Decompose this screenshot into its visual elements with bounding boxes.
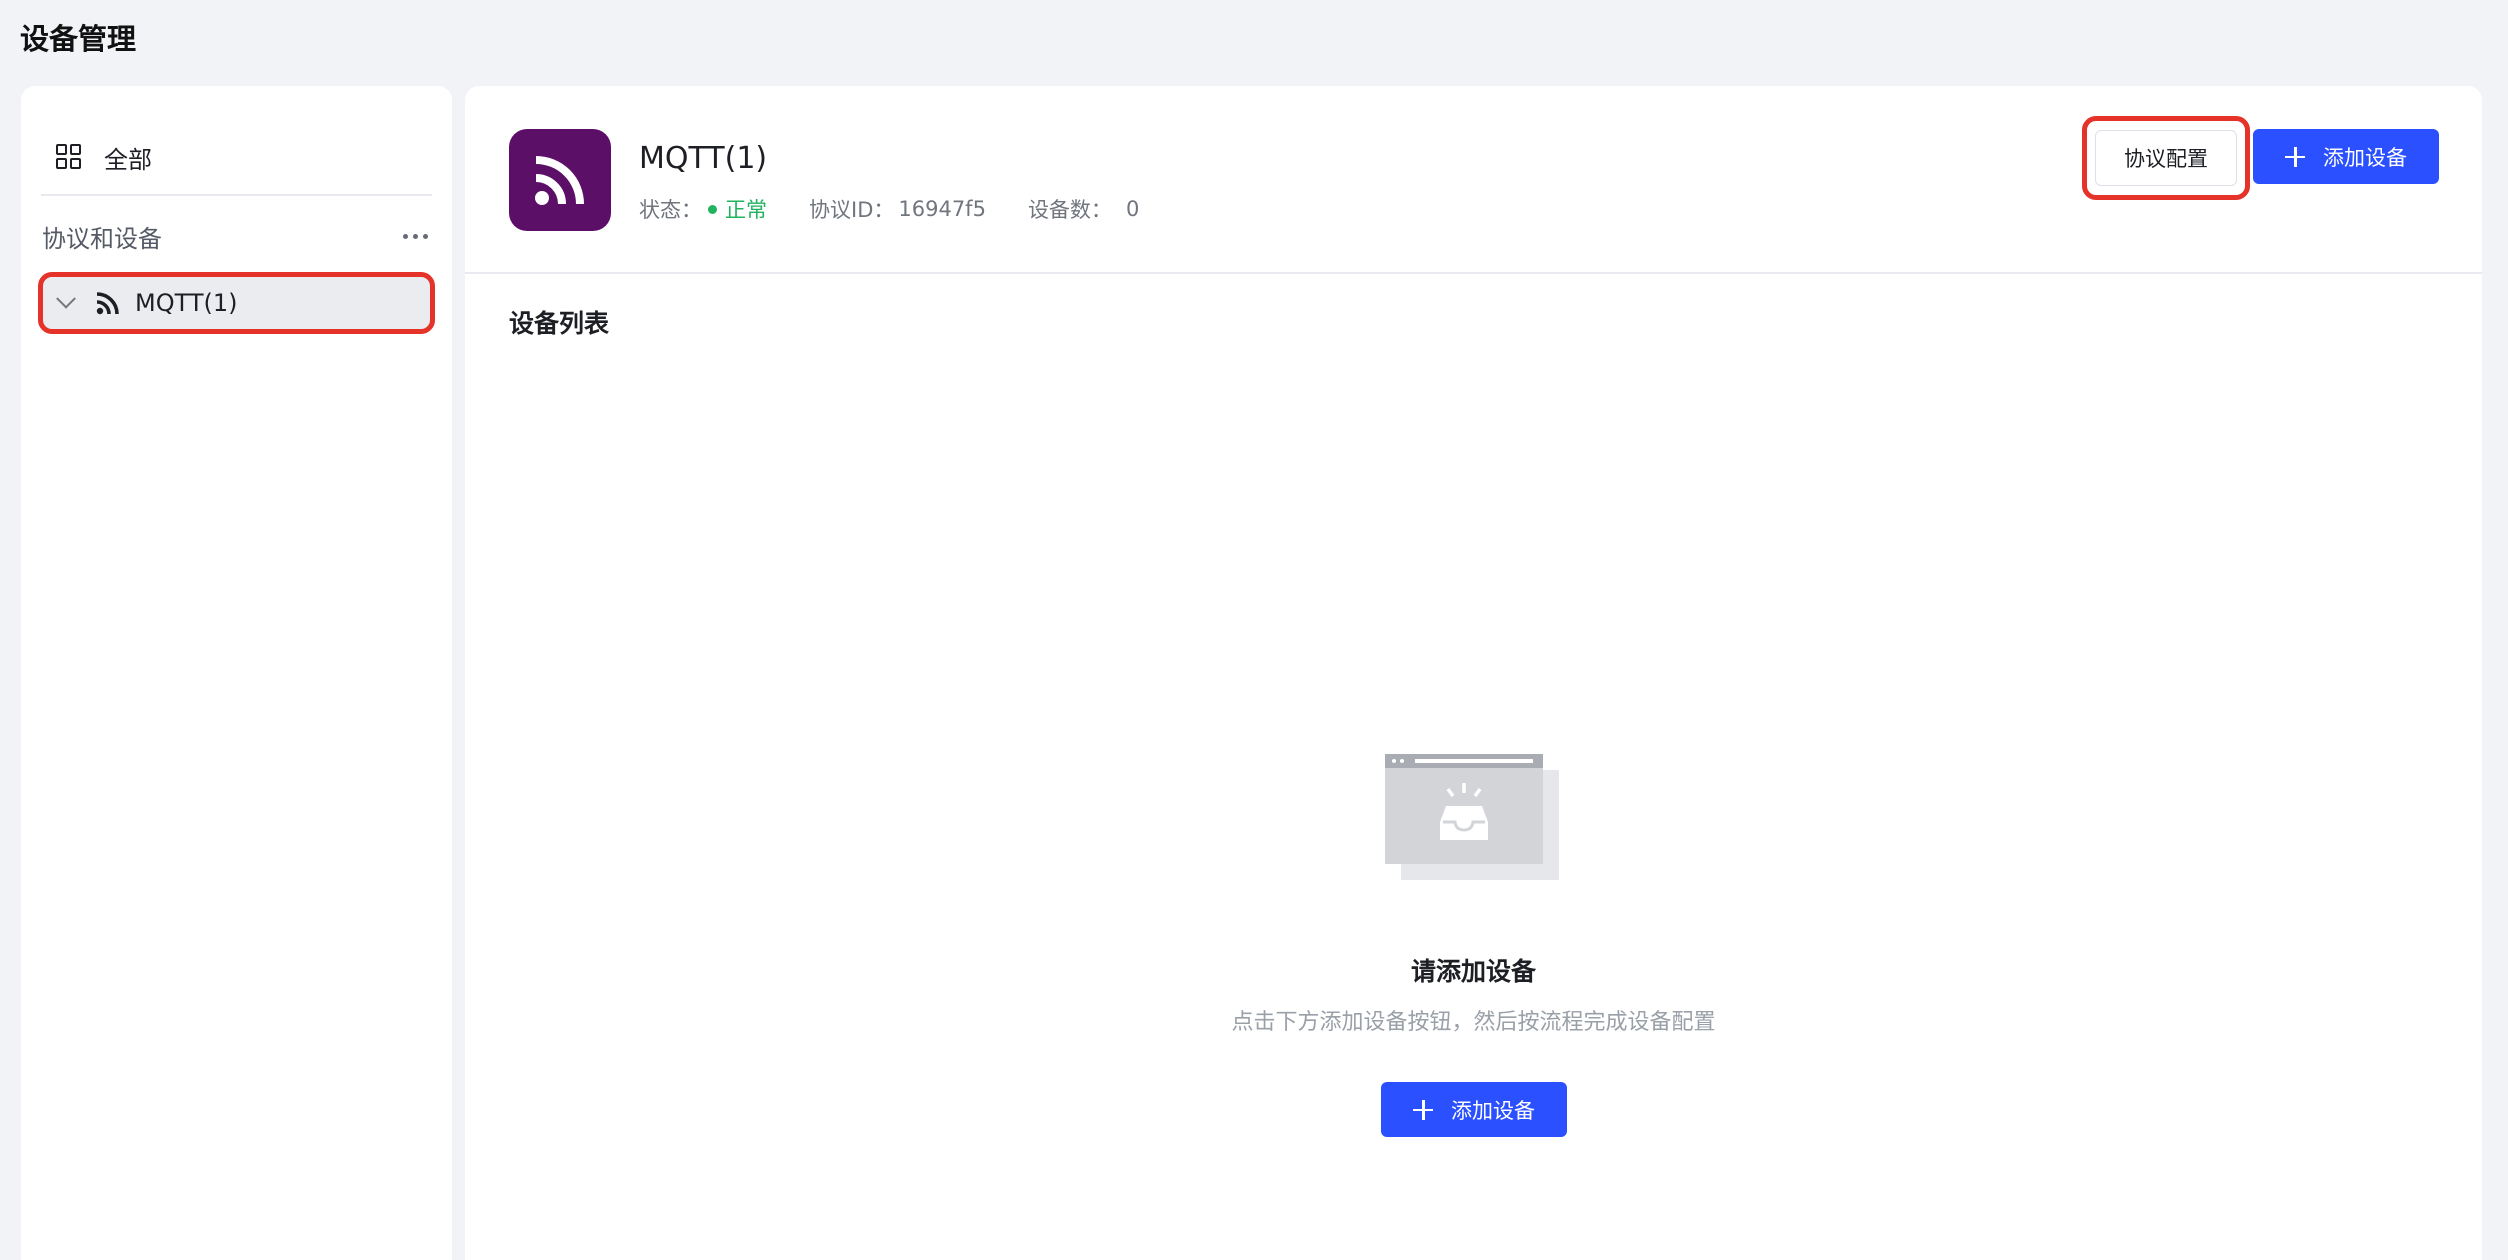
protocol-name: MQTT(1) (639, 141, 768, 176)
sidebar-item-all[interactable]: 全部 (56, 128, 416, 186)
status-dot-icon (708, 204, 717, 214)
grid-icon (56, 144, 82, 170)
sidebar-divider (41, 194, 432, 196)
protocol-meta: 状态： 正常 协议ID： 16947f5 设备数： 0 (639, 194, 1139, 224)
status-value: 正常 (725, 198, 767, 222)
status-group: 状态： 正常 (639, 194, 767, 224)
empty-state-subtitle: 点击下方添加设备按钮，然后按流程完成设备配置 (1231, 1010, 1716, 1035)
protocol-config-button[interactable]: 协议配置 (2095, 130, 2237, 186)
empty-add-device-button[interactable]: 添加设备 (1381, 1082, 1567, 1137)
page-title: 设备管理 (20, 22, 137, 56)
tree-item-label: MQTT(1) (135, 289, 238, 317)
rss-icon (96, 292, 119, 315)
device-count-value: 0 (1125, 197, 1140, 221)
plus-icon (2285, 146, 2305, 167)
protocol-id-group: 协议ID： 16947f5 (809, 194, 986, 224)
header-divider (465, 272, 2482, 274)
empty-state-title: 请添加设备 (1410, 957, 1536, 986)
more-icon[interactable] (399, 228, 432, 245)
chevron-down-icon[interactable] (56, 288, 76, 309)
sidebar-section-title: 协议和设备 (42, 224, 162, 253)
sidebar: 全部 协议和设备 MQTT(1) (21, 86, 452, 1260)
status-label: 状态： (639, 198, 702, 222)
empty-inbox-icon (1385, 754, 1559, 880)
highlight-frame: 协议配置 (2082, 116, 2250, 200)
protocol-logo (509, 129, 611, 231)
device-list-title: 设备列表 (509, 309, 610, 338)
protocol-id-label: 协议ID： (809, 198, 895, 222)
main-panel: MQTT(1) 状态： 正常 协议ID： 16947f5 设备数： 0 协议配置… (465, 86, 2482, 1260)
tree-item-mqtt[interactable]: MQTT(1) (38, 272, 435, 334)
device-count-label: 设备数： (1027, 198, 1112, 222)
rss-icon (535, 156, 584, 205)
sidebar-item-all-label: 全部 (104, 145, 152, 174)
plus-icon (1413, 1099, 1433, 1120)
empty-add-device-label: 添加设备 (1451, 1098, 1535, 1123)
add-device-label: 添加设备 (2323, 145, 2407, 170)
sidebar-section-header: 协议和设备 (42, 216, 432, 256)
add-device-button[interactable]: 添加设备 (2253, 129, 2439, 184)
device-count-group: 设备数： 0 (1028, 194, 1139, 224)
protocol-id-value: 16947f5 (898, 197, 986, 221)
